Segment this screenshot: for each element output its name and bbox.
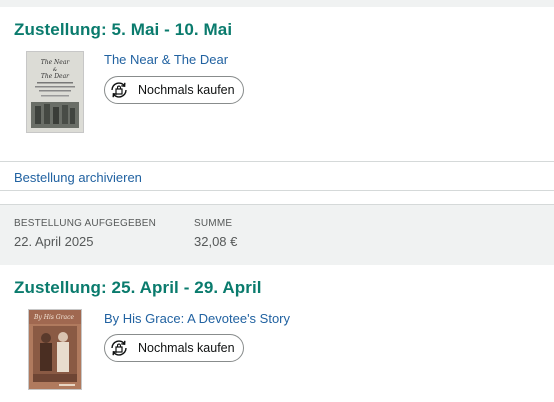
buy-again-button[interactable]: Nochmals kaufen xyxy=(104,334,244,362)
delivery-date-heading: Zustellung: 5. Mai - 10. Mai xyxy=(14,20,233,39)
svg-text:The Dear: The Dear xyxy=(41,73,70,80)
svg-text:By His Grace: By His Grace xyxy=(33,314,74,321)
item-title-link[interactable]: By His Grace: A Devotee's Story xyxy=(104,311,290,326)
item-title-link[interactable]: The Near & The Dear xyxy=(104,52,228,67)
buy-again-icon xyxy=(108,79,130,101)
buy-again-label: Nochmals kaufen xyxy=(138,341,235,355)
order-card-1: Zustellung: 5. Mai - 10. Mai The Near & … xyxy=(0,7,554,162)
archive-order-link[interactable]: Bestellung archivieren xyxy=(14,170,142,185)
top-separator-strip xyxy=(0,0,554,7)
order-placed-label: BESTELLUNG AUFGEGEBEN xyxy=(14,218,157,229)
order-summary-header: BESTELLUNG AUFGEGEBEN 22. April 2025 SUM… xyxy=(0,204,554,265)
buy-again-label: Nochmals kaufen xyxy=(138,83,235,97)
buy-again-icon xyxy=(108,337,130,359)
order-total-label: SUMME xyxy=(194,218,233,229)
svg-text:The Near: The Near xyxy=(41,59,71,66)
archive-row: Bestellung archivieren xyxy=(0,162,554,191)
buy-again-button[interactable]: Nochmals kaufen xyxy=(104,76,244,104)
book-cover-image[interactable]: The Near & The Dear xyxy=(26,51,84,133)
delivery-date-heading: Zustellung: 25. April - 29. April xyxy=(14,278,262,297)
order-placed-value: 22. April 2025 xyxy=(14,234,94,249)
order-total-value: 32,08 € xyxy=(194,234,238,249)
book-cover-image[interactable]: By His Grace xyxy=(28,309,82,390)
